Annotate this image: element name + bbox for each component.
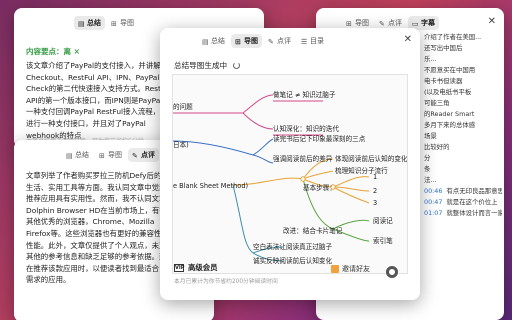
document-icon: ▤ — [78, 19, 85, 28]
subtitle-item[interactable]: 00:47 就是在这个价位上 — [424, 197, 502, 208]
node-c0: e Blank Sheet Method) — [173, 182, 248, 190]
mindmap-icon: ⊞ — [111, 19, 117, 28]
subtitle-item[interactable]: 00:46 有点无印良品那意思 — [424, 186, 502, 197]
review-text: 文章列举了作者购买罗拉三防机Defy后的了生活、实用工具等方面。我认同文章中觉部… — [26, 171, 175, 285]
mindmap-heading: 总结导图生成中 — [174, 60, 241, 71]
node-b3: 强调阅读前后的差异 — [273, 154, 333, 163]
mindmap-panel: ▤ 总结 ⊞ 导图 ✎ 点评 ☰ 目录 ✕ 总结导图生成中 的问题 做笔记 ≠ … — [160, 28, 420, 300]
tab-mindmap[interactable]: ⊞ 导图 — [107, 16, 138, 30]
subtitle-timestamp[interactable]: 01:07 — [424, 209, 442, 217]
mindmap-icon: ⊞ — [235, 37, 241, 46]
node-c1: 体现阅读前后认知的变化 — [335, 154, 408, 163]
subtitle-item[interactable]: 还写出中国后 — [424, 43, 502, 54]
subtitle-text: 分 — [424, 154, 431, 162]
subtitle-text: 有点无印良品那意思 — [446, 187, 502, 195]
document-icon: ▤ — [66, 151, 73, 160]
subtitle-item[interactable]: 可能三角 — [424, 98, 502, 109]
vip-status: VIP 高级会员 — [174, 263, 218, 272]
node-c3: 基本步骤： — [303, 183, 336, 192]
subtitle-text: 场景 — [424, 132, 437, 140]
subtitle-item[interactable]: 不愿意买在中国用 — [424, 65, 502, 76]
node-b1: 日本) — [173, 140, 189, 149]
summary-tabbar: ▤ 总结 ⊞ 导图 — [74, 14, 138, 32]
review-icon: ✎ — [132, 151, 138, 160]
invite-button[interactable]: 邀请好友 — [331, 264, 370, 274]
node-c2: 梳理知识分子流行 — [335, 166, 388, 175]
node-c6: 3 — [373, 199, 377, 207]
subtitle-item[interactable]: 多月下来的总体感 — [424, 120, 502, 131]
gift-icon — [331, 265, 339, 273]
quota-text: 本月已累计为你节省约200分钟阅读时间 — [174, 279, 278, 285]
subtitle-list: 介绍了作者在美国... 还写出中国后 乐... 不愿意买在中国用 电卡书但读器 (以及电纸… — [424, 32, 502, 219]
node-b2: 读完书后记下印象最深刻的三点 — [273, 134, 366, 143]
subtitle-item[interactable]: 分 — [424, 153, 502, 164]
tab-review[interactable]: ✎ 点评 — [128, 148, 159, 162]
subtitle-text: 的Reader Smart — [424, 110, 475, 118]
subtitle-icon: ▭ — [412, 19, 419, 28]
subtitle-timestamp[interactable]: 00:47 — [424, 198, 442, 206]
mindmap-canvas[interactable]: 的问题 做笔记 ≠ 知识过脑子 认知深化：知识的迭代 日本) 读完书后记下印象最… — [172, 74, 408, 274]
review-icon: ✎ — [268, 37, 274, 46]
subtitle-item[interactable]: (以及电纸书平板 — [424, 87, 502, 98]
mindmap-icon: ⊞ — [99, 151, 105, 160]
tab-review[interactable]: ✎ 点评 — [264, 34, 295, 48]
node-c4: 1 — [373, 173, 377, 181]
loading-spinner-icon — [233, 62, 241, 69]
subtitle-text: 介绍了作者在美国... — [424, 33, 482, 41]
subtitle-item[interactable]: 01:07 就整体设计而言一家智能 — [424, 208, 502, 219]
summary-title: 内容要点：离 × — [26, 47, 80, 56]
node-a3: 认知深化：知识的迭代 — [273, 124, 339, 133]
subtitle-text: 条 — [424, 165, 431, 173]
subtitle-item[interactable]: 乐... — [424, 54, 502, 65]
subtitle-item[interactable]: 的Reader Smart — [424, 109, 502, 120]
review-icon: ✎ — [379, 19, 385, 28]
node-a2: 做笔记 ≠ 知识过脑子 — [273, 90, 336, 99]
subtitle-text: 乐... — [424, 55, 437, 63]
review-tabbar: ▤ 总结 ⊞ 导图 ✎ 点评 — [62, 146, 159, 164]
mindmap-tabbar: ▤ 总结 ⊞ 导图 ✎ 点评 ☰ 目录 — [198, 32, 328, 50]
list-icon: ☰ — [301, 37, 308, 46]
tab-mindmap[interactable]: ⊞ 导图 — [95, 148, 126, 162]
subtitle-text: 不愿意买在中国用 — [424, 66, 476, 74]
subtitle-text: 就是在这个价位上 — [446, 198, 498, 206]
subtitle-text: 就整体设计而言一家智能 — [446, 209, 502, 217]
vip-icon: VIP — [174, 263, 185, 272]
subtitle-item[interactable]: 场景 — [424, 131, 502, 142]
mindmap-footer: VIP 高级会员 本月已累计为你节省约200分钟阅读时间 邀请好友 — [174, 262, 406, 285]
mindmap-svg: 的问题 做笔记 ≠ 知识过脑子 认知深化：知识的迭代 日本) 读完书后记下印象最… — [173, 90, 408, 265]
tab-summary[interactable]: ▤ 总结 — [74, 16, 105, 30]
subtitle-text: 电卡书但读器 — [424, 77, 463, 85]
settings-gear-icon[interactable] — [386, 266, 398, 278]
tab-toc[interactable]: ☰ 目录 — [297, 34, 328, 48]
document-icon: ▤ — [202, 37, 209, 46]
subtitle-text: 法... — [424, 176, 437, 184]
subtitle-item[interactable]: 法... — [424, 175, 502, 186]
tab-summary[interactable]: ▤ 总结 — [62, 148, 93, 162]
subtitle-item[interactable]: 比较好的 — [424, 142, 502, 153]
subtitle-text: 多月下来的总体感 — [424, 121, 476, 129]
mindmap-icon: ⊞ — [346, 19, 352, 28]
summary-text: 该文章介绍了PayPal的支付接入，并讲解了Checkout、RestFul A… — [26, 61, 175, 140]
tab-summary[interactable]: ▤ 总结 — [198, 34, 229, 48]
close-icon[interactable]: ✕ — [488, 16, 496, 27]
node-c8: 阅读记 — [373, 216, 393, 225]
subtitle-text: 还写出中国后 — [424, 44, 463, 52]
node-c5: 2 — [373, 187, 377, 195]
node-c7: 改进：结合卡片笔记 — [283, 226, 343, 235]
node-a1: 的问题 — [173, 102, 193, 111]
subtitle-text: 比较好的 — [424, 143, 450, 151]
subtitle-timestamp[interactable]: 00:46 — [424, 187, 442, 195]
subtitle-item[interactable]: 电卡书但读器 — [424, 76, 502, 87]
node-d1: 空白表法让阅读真正过脑子 — [253, 242, 333, 251]
node-c9: 索引笔 — [373, 236, 393, 245]
close-icon[interactable]: ✕ — [404, 34, 412, 45]
subtitle-item[interactable]: 条 — [424, 164, 502, 175]
subtitle-item[interactable]: 介绍了作者在美国... — [424, 32, 502, 43]
subtitle-text: 可能三角 — [424, 99, 450, 107]
tab-mindmap[interactable]: ⊞ 导图 — [231, 34, 262, 48]
subtitle-text: (以及电纸书平板 — [424, 88, 472, 96]
